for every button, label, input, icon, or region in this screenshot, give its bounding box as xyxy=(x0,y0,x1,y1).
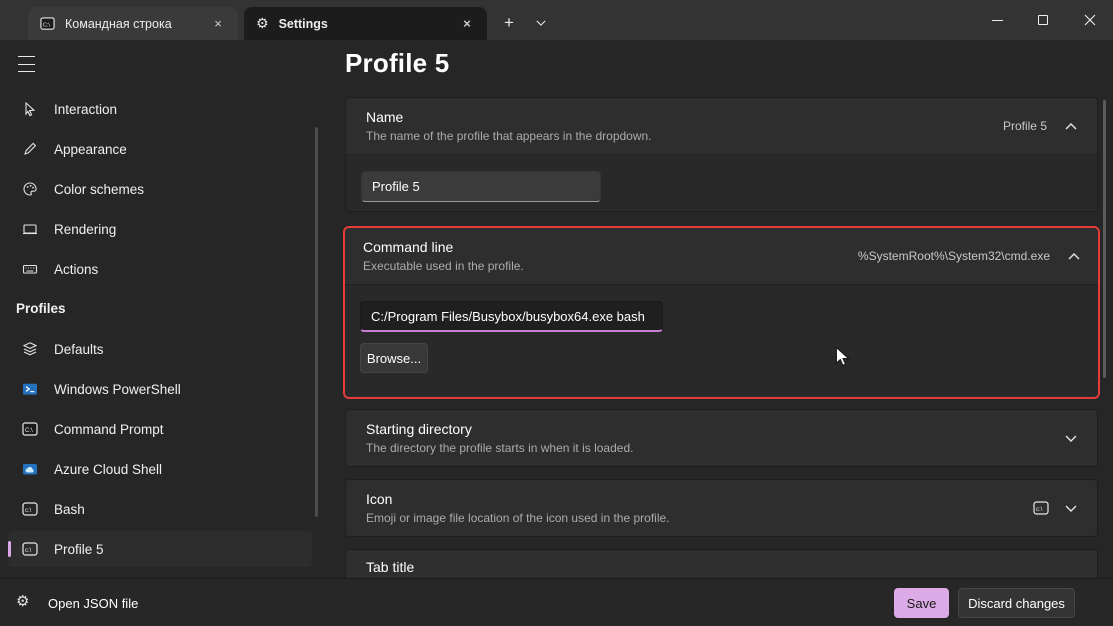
cmd-icon: C:\ xyxy=(40,16,55,31)
setting-current-value: %SystemRoot%\System32\cmd.exe xyxy=(858,249,1050,263)
tab-command-prompt[interactable]: C:\ Командная строка × xyxy=(28,7,238,40)
hamburger-menu-icon[interactable] xyxy=(14,53,40,75)
command-line-card-header[interactable]: Command line Executable used in the prof… xyxy=(345,228,1098,284)
page-title: Profile 5 xyxy=(345,48,449,79)
minimize-icon xyxy=(992,20,1003,21)
sidebar-item-rendering[interactable]: Rendering xyxy=(8,211,312,247)
sidebar-item-label: Appearance xyxy=(54,142,127,157)
tab-close-icon[interactable]: × xyxy=(208,14,228,34)
sidebar-item-actions[interactable]: Actions xyxy=(8,251,312,287)
sidebar-scrollbar[interactable] xyxy=(315,127,318,517)
command-line-input[interactable] xyxy=(360,301,663,332)
chevron-up-icon[interactable] xyxy=(1065,123,1077,130)
profile-icon-preview: c:\ xyxy=(1033,500,1049,516)
terminal-icon: c:\ xyxy=(21,540,39,558)
name-card-header[interactable]: Name The name of the profile that appear… xyxy=(346,98,1097,154)
close-button[interactable] xyxy=(1067,0,1113,40)
sidebar-item-label: Defaults xyxy=(54,342,104,357)
sidebar-item-color-schemes[interactable]: Color schemes xyxy=(8,171,312,207)
sidebar-item-appearance[interactable]: Appearance xyxy=(8,131,312,167)
setting-description: Executable used in the profile. xyxy=(363,259,858,273)
sidebar-item-label: Actions xyxy=(54,262,98,277)
open-json-file-button[interactable]: Open JSON file xyxy=(48,596,138,611)
command-line-setting-card: Command line Executable used in the prof… xyxy=(343,226,1100,399)
powershell-icon xyxy=(21,380,39,398)
layers-icon xyxy=(21,340,39,358)
gear-icon: ⚙ xyxy=(256,15,269,32)
chevron-up-icon[interactable] xyxy=(1068,253,1080,260)
sidebar-item-command-prompt[interactable]: C:\ Command Prompt xyxy=(8,411,312,447)
svg-text:c:\: c:\ xyxy=(25,508,32,514)
sidebar-item-label: Interaction xyxy=(54,102,117,117)
discard-changes-button[interactable]: Discard changes xyxy=(958,588,1075,618)
tab-label: Командная строка xyxy=(65,17,208,31)
sidebar-item-label: Rendering xyxy=(54,222,116,237)
sidebar-item-label: Bash xyxy=(54,502,85,517)
tab-dropdown-button[interactable] xyxy=(528,10,554,36)
sidebar-item-azure-cloud-shell[interactable]: Azure Cloud Shell xyxy=(8,451,312,487)
cmd-icon: C:\ xyxy=(21,420,39,438)
gear-icon: ⚙ xyxy=(16,592,29,610)
command-line-card-body: Browse... xyxy=(345,284,1098,396)
chevron-down-icon[interactable] xyxy=(1065,505,1077,512)
palette-icon xyxy=(21,180,39,198)
save-button[interactable]: Save xyxy=(894,588,949,618)
new-tab-button[interactable]: + xyxy=(496,10,522,36)
svg-text:C:\: C:\ xyxy=(43,22,51,28)
sidebar-item-label: Azure Cloud Shell xyxy=(54,462,162,477)
setting-description: Emoji or image file location of the icon… xyxy=(366,511,1033,525)
setting-title: Command line xyxy=(363,239,858,255)
content-scrollbar[interactable] xyxy=(1103,100,1106,378)
name-card-body xyxy=(346,154,1097,212)
sidebar-item-defaults[interactable]: Defaults xyxy=(8,331,312,367)
starting-directory-setting-card[interactable]: Starting directory The directory the pro… xyxy=(345,409,1098,467)
setting-title: Tab title xyxy=(366,559,1077,575)
mouse-cursor-icon xyxy=(21,100,39,118)
svg-text:c:\: c:\ xyxy=(1036,507,1043,513)
tab-settings[interactable]: ⚙ Settings × xyxy=(244,7,487,40)
profiles-section-header: Profiles xyxy=(16,301,66,316)
svg-text:C:\: C:\ xyxy=(25,428,33,434)
sidebar-item-label: Windows PowerShell xyxy=(54,382,181,397)
sidebar-item-label: Command Prompt xyxy=(54,422,164,437)
sidebar-item-profile-5[interactable]: c:\ Profile 5 xyxy=(8,531,312,567)
minimize-button[interactable] xyxy=(974,0,1020,40)
browse-button[interactable]: Browse... xyxy=(360,343,428,373)
titlebar: C:\ Командная строка × ⚙ Settings × + xyxy=(0,0,1113,40)
chevron-down-icon[interactable] xyxy=(1065,435,1077,442)
setting-title: Icon xyxy=(366,491,1033,507)
sidebar-item-windows-powershell[interactable]: Windows PowerShell xyxy=(8,371,312,407)
terminal-icon: c:\ xyxy=(21,500,39,518)
setting-current-value: Profile 5 xyxy=(1003,119,1047,133)
sidebar-item-interaction[interactable]: Interaction xyxy=(8,91,312,127)
svg-text:c:\: c:\ xyxy=(25,548,32,554)
setting-title: Name xyxy=(366,109,1003,125)
setting-description: The name of the profile that appears in … xyxy=(366,129,1003,143)
azure-cloud-icon xyxy=(21,460,39,478)
setting-description: The directory the profile starts in when… xyxy=(366,441,1065,455)
setting-title: Starting directory xyxy=(366,421,1065,437)
sidebar-item-bash[interactable]: c:\ Bash xyxy=(8,491,312,527)
monitor-icon xyxy=(21,220,39,238)
windows-terminal-settings-window: C:\ Командная строка × ⚙ Settings × + In… xyxy=(0,0,1113,626)
tab-label: Settings xyxy=(279,17,457,31)
maximize-icon xyxy=(1038,15,1048,25)
pen-icon xyxy=(21,140,39,158)
selected-indicator xyxy=(8,541,11,557)
sidebar-item-label: Profile 5 xyxy=(54,542,104,557)
profile-name-input[interactable] xyxy=(361,171,601,202)
tab-close-icon[interactable]: × xyxy=(457,14,477,34)
name-setting-card: Name The name of the profile that appear… xyxy=(345,97,1098,212)
icon-setting-card[interactable]: Icon Emoji or image file location of the… xyxy=(345,479,1098,537)
maximize-button[interactable] xyxy=(1020,0,1066,40)
keyboard-icon xyxy=(21,260,39,278)
sidebar-item-label: Color schemes xyxy=(54,182,144,197)
footer-bar: ⚙ Open JSON file Save Discard changes xyxy=(0,578,1113,626)
